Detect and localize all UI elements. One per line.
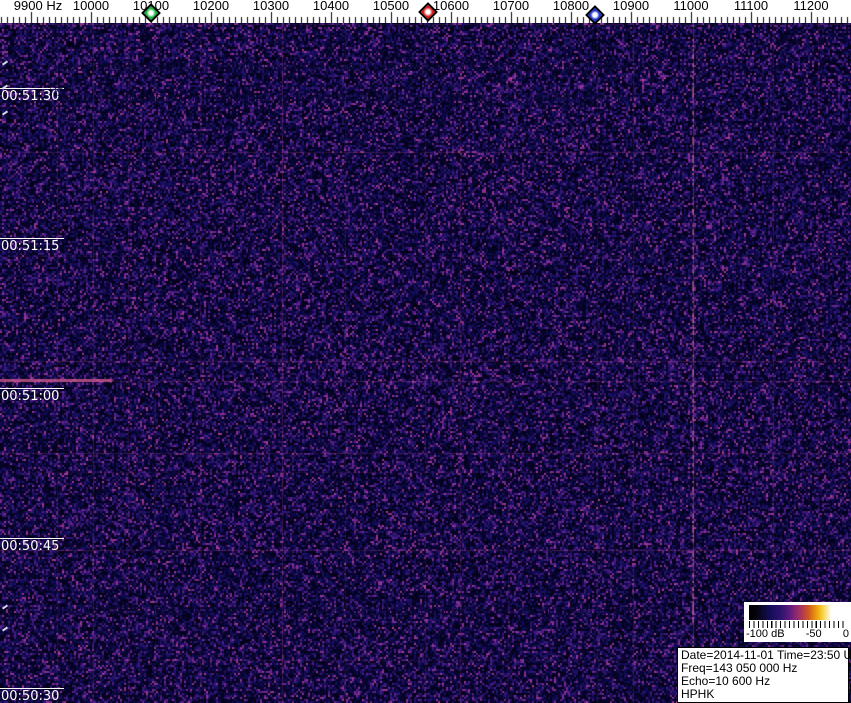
info-station-line: HPHK bbox=[681, 687, 715, 701]
colorbar-min-label: -100 dB bbox=[746, 628, 785, 640]
colorbar-max-label: 0 bbox=[842, 628, 849, 640]
spectrogram-display[interactable] bbox=[0, 23, 851, 703]
event-annotation: 20141102005130832 hCnt244 nb-77 f10648 h… bbox=[57, 63, 622, 74]
status-info-box: Date=2014-11-01 Time=23:50 UTC Freq=143 … bbox=[677, 647, 851, 703]
time-label: 00:50:45 bbox=[1, 539, 60, 554]
event-time-offset-label: ^t+36 bbox=[50, 628, 74, 639]
colorbar-gradient bbox=[749, 605, 847, 620]
event-time-offset-label: ^t+28 bbox=[50, 112, 74, 123]
time-label: 00:51:00 bbox=[1, 389, 60, 404]
spectrogram-window: 9900 Hz100001010010200103001040010500106… bbox=[0, 0, 851, 703]
colorbar-ruler bbox=[749, 621, 847, 628]
time-label: 00:51:15 bbox=[1, 239, 60, 254]
amplitude-colorbar: -100 dB -50 0 bbox=[744, 602, 851, 642]
event-annotation: 20141102005128032 hCnt243 nb-77 f10700 h… bbox=[57, 93, 630, 104]
colorbar-labels: -100 dB -50 0 bbox=[746, 628, 849, 640]
time-label: 00:50:30 bbox=[1, 689, 60, 703]
event-annotation: 20141102005036332 hCnt242 nb-79 f10901 h… bbox=[57, 606, 633, 617]
colorbar-mid-label: -50 bbox=[805, 628, 822, 640]
